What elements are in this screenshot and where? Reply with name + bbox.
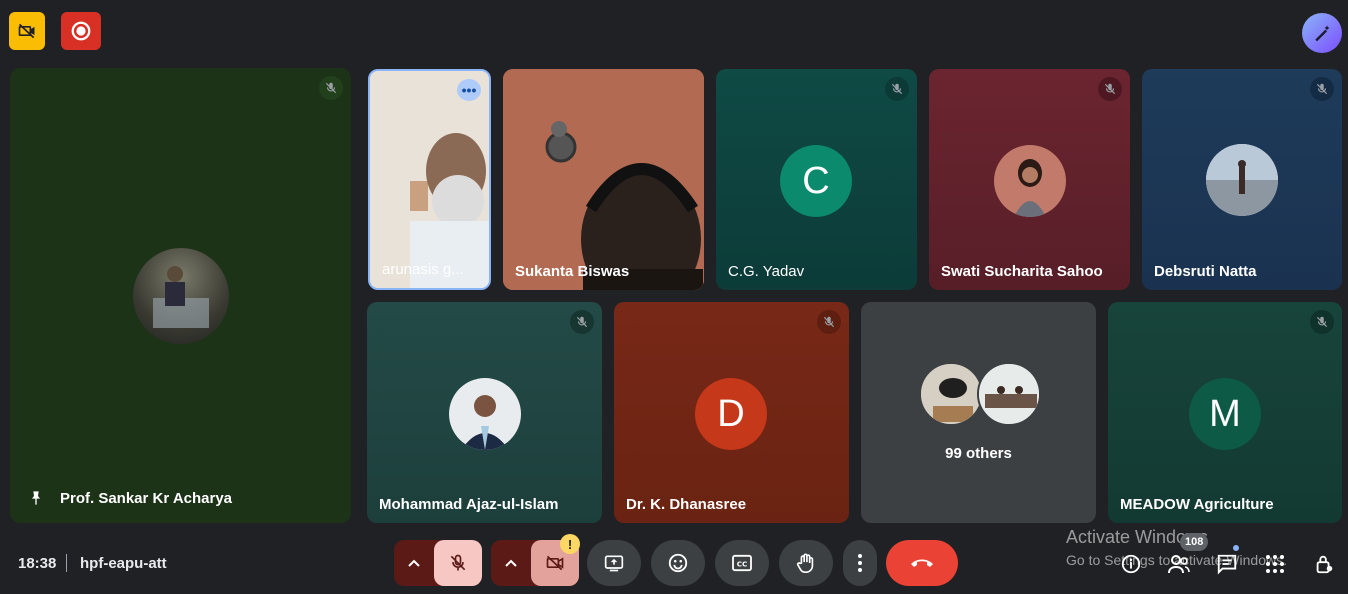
participant-name: Prof. Sankar Kr Acharya xyxy=(60,490,233,507)
hang-up-icon xyxy=(911,559,933,567)
pin-icon xyxy=(32,491,40,505)
chevron-up-icon xyxy=(505,559,517,567)
others-tile[interactable]: 99 others xyxy=(861,302,1096,523)
camera-off-icon xyxy=(546,555,564,571)
clock: 18:38 xyxy=(18,555,57,572)
mic-off-icon xyxy=(1310,310,1334,334)
divider xyxy=(66,554,67,572)
participant-photo xyxy=(977,362,1041,426)
chevron-up-icon xyxy=(408,559,420,567)
captions-button[interactable]: CC xyxy=(715,540,769,586)
lock-person-icon xyxy=(1316,555,1333,574)
participant-photo xyxy=(1206,144,1278,216)
participant-avatar: D xyxy=(695,378,767,450)
host-controls-button[interactable] xyxy=(1310,550,1338,578)
present-screen-icon xyxy=(604,555,624,572)
mic-off-icon xyxy=(1310,77,1334,101)
participant-tile-meadow[interactable]: M MEADOW Agriculture xyxy=(1108,302,1342,523)
leave-call-button[interactable] xyxy=(886,540,958,586)
participant-name: arunasis g... xyxy=(382,261,464,278)
camera-off-indicator[interactable] xyxy=(9,12,45,50)
participant-name: C.G. Yadav xyxy=(728,263,805,280)
participant-name: Debsruti Natta xyxy=(1154,263,1257,280)
mic-off-icon xyxy=(570,310,594,334)
svg-text:CC: CC xyxy=(737,560,748,569)
captions-icon: CC xyxy=(732,554,752,572)
apps-grid-icon xyxy=(1266,555,1284,573)
mic-toggle-button[interactable] xyxy=(434,540,482,586)
participant-tile-mohammad[interactable]: Mohammad Ajaz-ul-Islam xyxy=(367,302,602,523)
recording-indicator[interactable] xyxy=(61,12,101,50)
meeting-details-button[interactable] xyxy=(1117,550,1145,578)
participant-photo xyxy=(449,378,521,450)
participant-tile-sukanta[interactable]: Sukanta Biswas xyxy=(503,69,704,290)
participant-tile-cg-yadav[interactable]: C C.G. Yadav xyxy=(716,69,917,290)
mic-control-group xyxy=(394,540,482,586)
participant-photo xyxy=(994,145,1066,217)
bottom-toolbar: 18:38 hpf-eapu-att ! CC 108 xyxy=(0,533,1348,594)
meeting-code: hpf-eapu-att xyxy=(80,555,167,572)
mic-off-icon xyxy=(1098,77,1122,101)
record-icon xyxy=(71,21,91,41)
chat-icon xyxy=(1217,554,1237,575)
participants-count-badge: 108 xyxy=(1180,533,1209,551)
participant-photo xyxy=(133,248,229,344)
chat-notification-dot xyxy=(1233,545,1239,551)
chat-button[interactable] xyxy=(1213,550,1241,578)
mic-off-icon xyxy=(885,77,909,101)
more-options-button[interactable]: ••• xyxy=(457,79,481,101)
participant-name: Swati Sucharita Sahoo xyxy=(941,263,1103,280)
people-button[interactable] xyxy=(1165,550,1193,578)
emoji-icon xyxy=(668,553,688,573)
mic-off-icon xyxy=(319,76,343,100)
pinned-participant-tile[interactable]: Prof. Sankar Kr Acharya xyxy=(10,68,351,523)
participant-tile-arunasis[interactable]: ••• arunasis g... xyxy=(368,69,491,290)
participant-tile-swati[interactable]: Swati Sucharita Sahoo xyxy=(929,69,1130,290)
info-icon xyxy=(1121,554,1141,574)
effects-button[interactable] xyxy=(1302,13,1342,53)
mic-off-icon xyxy=(450,554,466,571)
more-options-button[interactable] xyxy=(843,540,877,586)
camera-off-icon xyxy=(18,23,35,39)
more-horiz-icon: ••• xyxy=(461,82,477,98)
people-icon xyxy=(1168,555,1190,574)
participant-name: Mohammad Ajaz-ul-Islam xyxy=(379,496,559,513)
activities-button[interactable] xyxy=(1261,550,1289,578)
participant-video xyxy=(503,69,704,290)
raise-hand-icon xyxy=(796,553,814,573)
participant-tile-dhanasree[interactable]: D Dr. K. Dhanasree xyxy=(614,302,849,523)
mic-off-icon xyxy=(817,310,841,334)
participant-name: MEADOW Agriculture xyxy=(1120,496,1274,513)
participant-name: Dr. K. Dhanasree xyxy=(626,496,747,513)
participant-video xyxy=(370,71,489,288)
magic-pen-icon xyxy=(1315,25,1330,42)
others-count: 99 others xyxy=(945,445,1012,462)
mic-options-button[interactable] xyxy=(394,559,434,567)
reactions-button[interactable] xyxy=(651,540,705,586)
raise-hand-button[interactable] xyxy=(779,540,833,586)
participant-photo xyxy=(919,362,983,426)
participant-avatar: M xyxy=(1189,378,1261,450)
present-screen-button[interactable] xyxy=(587,540,641,586)
participant-tile-debsruti[interactable]: Debsruti Natta xyxy=(1142,69,1342,290)
warning-badge: ! xyxy=(560,534,580,554)
participant-name: Sukanta Biswas xyxy=(515,263,630,280)
more-vert-icon xyxy=(858,554,862,572)
participant-avatar: C xyxy=(780,145,852,217)
camera-options-button[interactable] xyxy=(491,559,531,567)
